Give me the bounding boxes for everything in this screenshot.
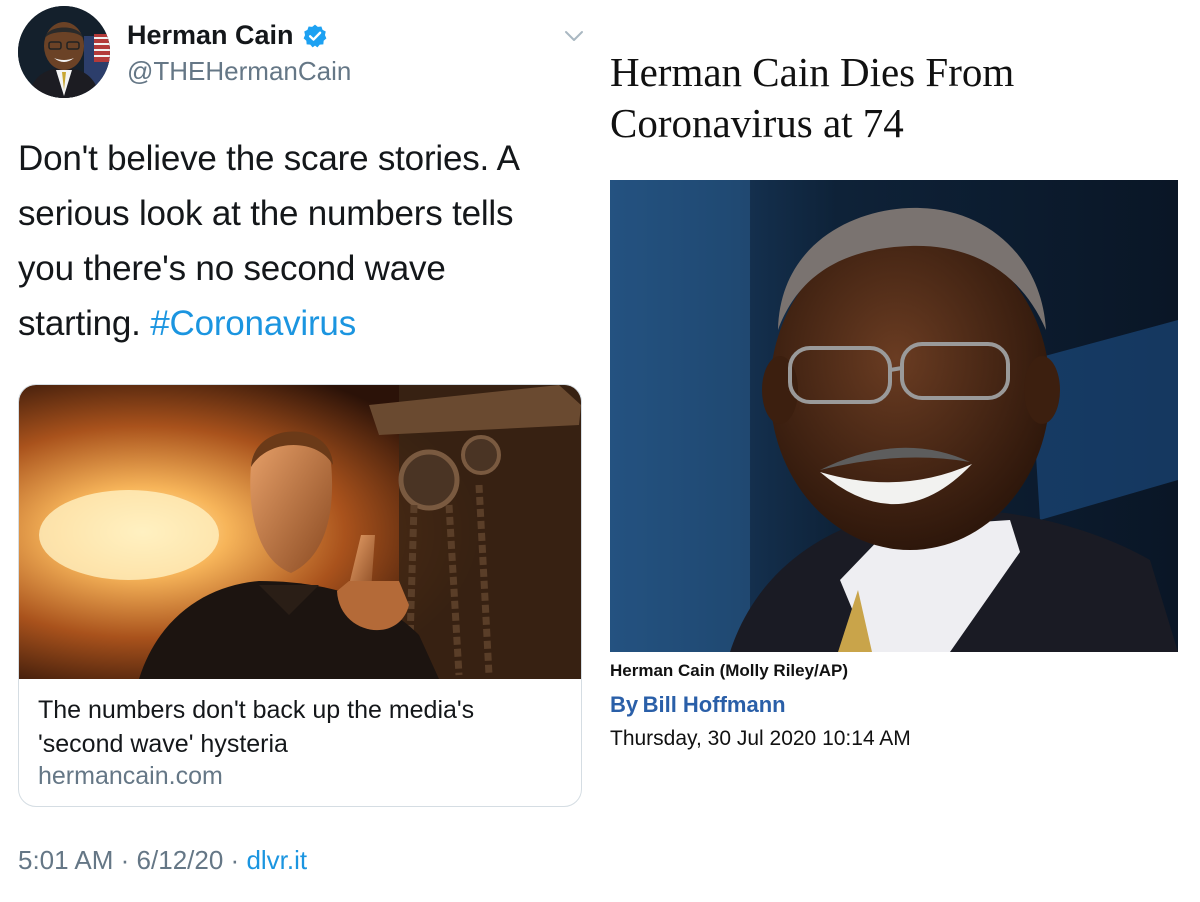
meta-separator: · bbox=[230, 845, 240, 875]
article-photo bbox=[610, 180, 1178, 652]
headline-line: Herman Cain Dies From bbox=[610, 49, 1015, 95]
author-name[interactable]: Herman Cain bbox=[127, 20, 328, 51]
author-display-name: Herman Cain bbox=[127, 20, 294, 50]
verified-badge-icon bbox=[303, 24, 326, 47]
card-title: The numbers don't back up the media's 's… bbox=[38, 693, 558, 761]
byline-author-link[interactable]: Bill Hoffmann bbox=[643, 692, 786, 717]
hashtag-link[interactable]: #Coronavirus bbox=[150, 304, 356, 343]
headline-line: Coronavirus at 74 bbox=[610, 100, 904, 146]
article-byline: By Bill Hoffmann bbox=[610, 692, 786, 718]
photo-caption: Herman Cain (Molly Riley/AP) bbox=[610, 661, 849, 680]
link-preview-card[interactable]: The numbers don't back up the media's 's… bbox=[18, 384, 582, 807]
article-photo-image bbox=[610, 180, 1178, 652]
tweet: Herman Cain @THEHermanCain Don't believe… bbox=[0, 0, 600, 902]
tweet-source-link[interactable]: dlvr.it bbox=[246, 845, 307, 875]
chevron-down-icon[interactable] bbox=[563, 28, 585, 44]
tweet-text-line: Don't believe the scare stories. A bbox=[18, 139, 520, 178]
tweet-time[interactable]: 5:01 AM bbox=[18, 845, 113, 875]
tweet-metadata: 5:01 AM · 6/12/20 · dlvr.it bbox=[18, 845, 307, 876]
card-title-line: The numbers don't back up the media's bbox=[38, 696, 475, 724]
card-image bbox=[19, 385, 581, 679]
tweet-text-last: starting. bbox=[18, 304, 141, 343]
tweet-text-line: starting. #Coronavirus bbox=[18, 296, 588, 351]
tweet-text-line: you there's no second wave bbox=[18, 249, 446, 288]
article-headline: Herman Cain Dies From Coronavirus at 74 bbox=[610, 47, 1180, 149]
news-article: Herman Cain Dies From Coronavirus at 74 bbox=[600, 0, 1200, 902]
meta-separator: · bbox=[120, 845, 130, 875]
tweet-text-line: serious look at the numbers tells bbox=[18, 194, 514, 233]
tweet-date[interactable]: 6/12/20 bbox=[137, 845, 224, 875]
tweet-text: Don't believe the scare stories. A serio… bbox=[18, 131, 588, 351]
author-avatar[interactable] bbox=[18, 6, 110, 98]
avatar-photo-icon bbox=[18, 6, 110, 98]
card-title-line: 'second wave' hysteria bbox=[38, 730, 288, 758]
article-dateline: Thursday, 30 Jul 2020 10:14 AM bbox=[610, 727, 911, 750]
byline-prefix: By bbox=[610, 692, 639, 717]
author-handle[interactable]: @THEHermanCain bbox=[127, 56, 351, 87]
card-domain: hermancain.com bbox=[38, 762, 223, 790]
